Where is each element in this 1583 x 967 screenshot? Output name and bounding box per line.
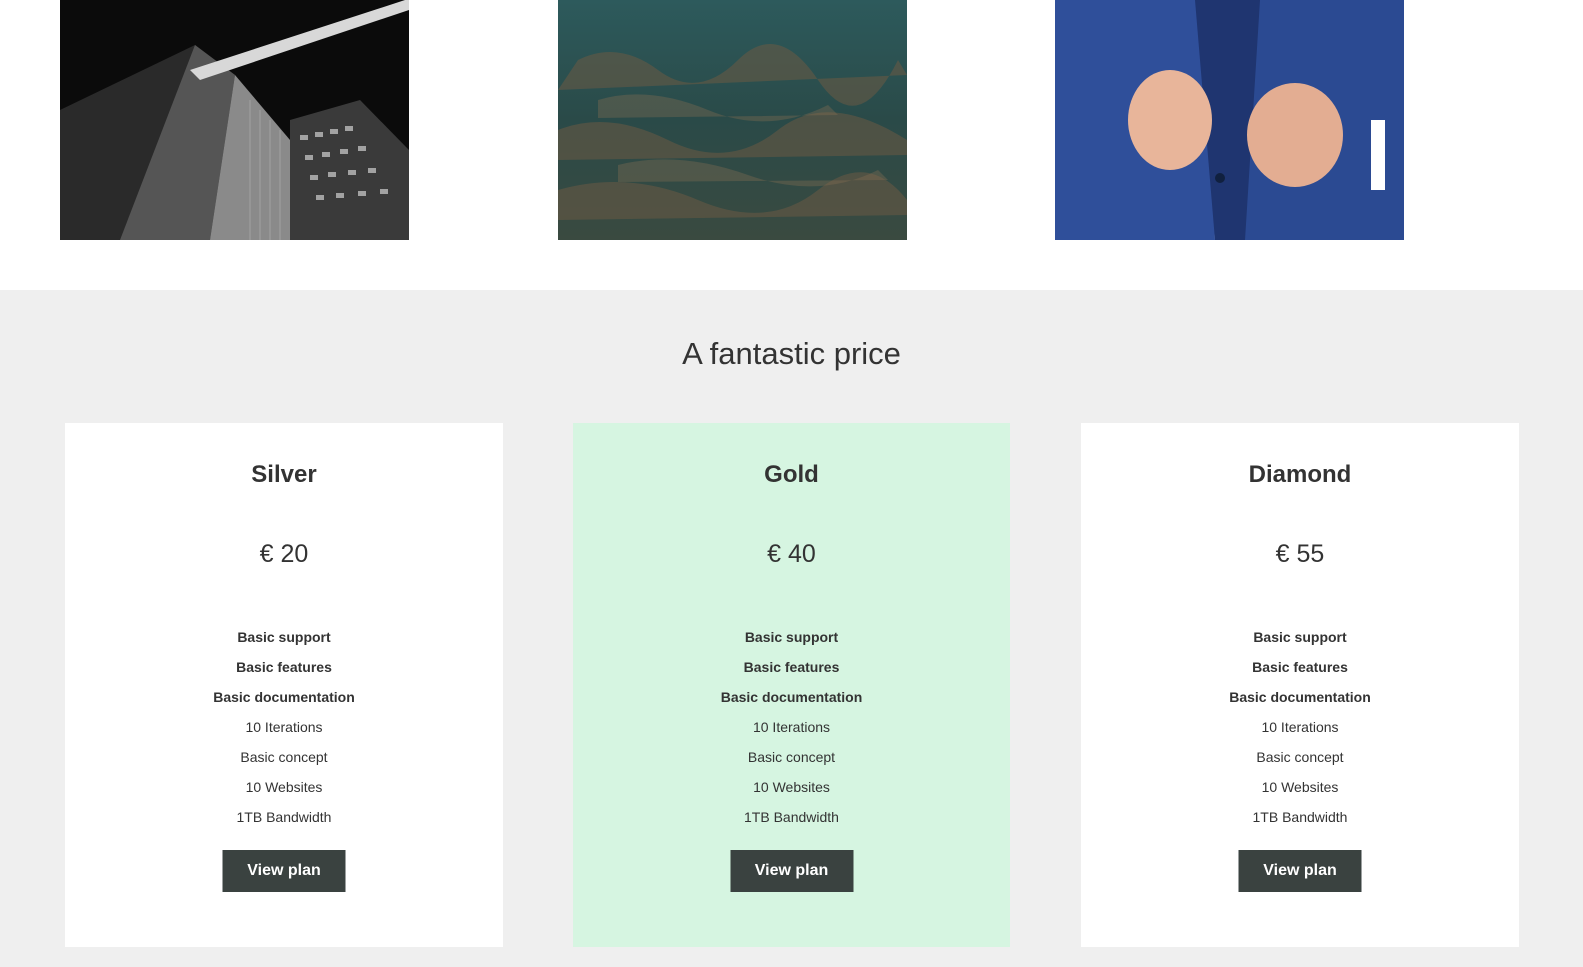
feature-list: Basic support Basic features Basic docum…	[65, 622, 503, 832]
feature-item: Basic features	[743, 659, 840, 675]
feature-item: 10 Iterations	[752, 719, 831, 735]
feature-item: 1TB Bandwidth	[1252, 809, 1348, 825]
feature-item: Basic features	[1252, 659, 1348, 675]
plan-price: € 20	[259, 540, 309, 568]
pricing-card-gold: Gold € 40 Basic support Basic features B…	[573, 423, 1010, 947]
plan-name: Gold	[764, 461, 819, 488]
pricing-card-diamond: Diamond € 55 Basic support Basic feature…	[1081, 423, 1519, 947]
plan-price: € 40	[767, 540, 816, 568]
feature-item: 10 Iterations	[1261, 719, 1339, 735]
feature-item: 10 Websites	[1261, 779, 1339, 795]
aerial-landscape-photo	[558, 0, 907, 240]
skyscrapers-photo	[60, 0, 409, 240]
plan-price: € 55	[1275, 540, 1325, 568]
pricing-section: A fantastic price Silver € 20 Basic supp…	[0, 290, 1583, 967]
feature-item: 10 Websites	[753, 779, 830, 795]
feature-item: Basic concept	[1256, 749, 1344, 765]
feature-item: Basic documentation	[213, 689, 355, 705]
feature-item: Basic documentation	[1229, 689, 1371, 705]
feature-item: Basic support	[744, 629, 839, 645]
feature-item: 10 Websites	[245, 779, 323, 795]
photo-gallery	[0, 0, 1583, 290]
view-plan-button-gold[interactable]: View plan	[730, 850, 853, 892]
feature-item: 10 Iterations	[245, 719, 323, 735]
feature-item: Basic support	[237, 629, 331, 645]
view-plan-button-silver[interactable]: View plan	[222, 850, 346, 892]
feature-item: Basic support	[1253, 629, 1347, 645]
plan-name: Diamond	[1248, 461, 1352, 488]
feature-item: Basic documentation	[720, 689, 863, 705]
pricing-card-silver: Silver € 20 Basic support Basic features…	[65, 423, 503, 947]
view-plan-button-diamond[interactable]: View plan	[1238, 850, 1362, 892]
feature-list: Basic support Basic features Basic docum…	[1081, 622, 1519, 832]
section-title: A fantastic price	[682, 336, 901, 371]
business-suit-photo	[1055, 0, 1404, 240]
feature-list: Basic support Basic features Basic docum…	[573, 622, 1010, 832]
feature-item: Basic features	[236, 659, 332, 675]
plan-name: Silver	[251, 461, 317, 488]
feature-item: 1TB Bandwidth	[236, 809, 332, 825]
feature-item: 1TB Bandwidth	[744, 809, 839, 825]
feature-item: Basic concept	[240, 749, 328, 765]
feature-item: Basic concept	[747, 749, 836, 765]
